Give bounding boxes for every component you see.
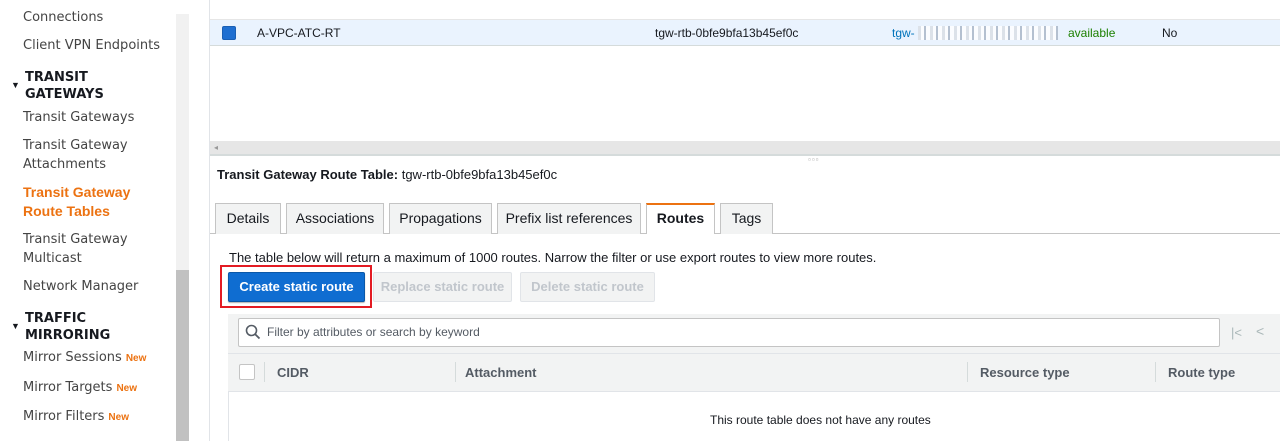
tab-tags[interactable]: Tags (720, 203, 773, 234)
sidebar-item-label: Mirror Filters (23, 409, 105, 424)
sidebar-item-transit-gateway-multicast[interactable]: Transit Gateway Multicast (23, 230, 173, 268)
sidebar-item-network-manager[interactable]: Network Manager (23, 277, 173, 296)
cell-default-association: No (1162, 26, 1178, 40)
table-row[interactable] (210, 0, 1280, 20)
sidebar-item-label: Mirror Sessions (23, 350, 122, 365)
column-divider (455, 362, 456, 382)
splitter-grip-icon[interactable]: ▫▫▫ (808, 156, 820, 164)
pane-splitter[interactable] (210, 154, 1280, 156)
cell-name: A-VPC-ATC-RT (257, 26, 341, 40)
sidebar-section-transit-gateways[interactable]: TRANSIT GATEWAYS (25, 69, 165, 103)
tab-prefix-list-references[interactable]: Prefix list references (497, 203, 641, 234)
select-all-checkbox[interactable] (239, 364, 255, 380)
routes-info-text: The table below will return a maximum of… (229, 250, 877, 265)
search-icon (245, 324, 261, 340)
first-page-icon[interactable]: |< (1231, 325, 1242, 340)
cell-state: available (1068, 26, 1116, 40)
sidebar-item-mirror-targets[interactable]: Mirror Targets New (23, 378, 173, 398)
column-divider (967, 362, 968, 382)
column-divider (264, 362, 265, 382)
sidebar-item-mirror-sessions[interactable]: Mirror Sessions New (23, 348, 173, 368)
new-badge: New (108, 412, 129, 423)
create-static-route-button[interactable]: Create static route (228, 272, 365, 302)
empty-state-message: This route table does not have any route… (710, 413, 931, 427)
table-header-row (228, 353, 1280, 392)
new-badge: New (116, 383, 137, 394)
scroll-left-icon[interactable]: ◂ (214, 141, 218, 154)
sidebar-item-transit-gateway-attachments[interactable]: Transit Gateway Attachments (23, 136, 173, 174)
sidebar-scrollbar-thumb[interactable] (176, 270, 189, 441)
detail-title: Transit Gateway Route Table: tgw-rtb-0bf… (217, 167, 557, 182)
caret-down-icon[interactable]: ▼ (11, 321, 20, 331)
tab-propagations[interactable]: Propagations (389, 203, 492, 234)
row-checkbox[interactable] (222, 26, 236, 40)
sidebar-item-client-vpn-endpoints[interactable]: Client VPN Endpoints (23, 36, 173, 55)
sidebar-section-traffic-mirroring[interactable]: TRAFFIC MIRRORING (25, 310, 165, 344)
tab-associations[interactable]: Associations (286, 203, 384, 234)
cell-transit-gateway-id-link[interactable]: tgw- (892, 26, 915, 40)
sidebar-item-connections[interactable]: Connections (23, 8, 173, 27)
column-header-cidr[interactable]: CIDR (277, 365, 309, 380)
replace-static-route-button[interactable]: Replace static route (373, 272, 512, 302)
cell-route-table-id: tgw-rtb-0bfe9bfa13b45ef0c (655, 26, 799, 40)
column-header-attachment[interactable]: Attachment (465, 365, 537, 380)
delete-static-route-button[interactable]: Delete static route (520, 272, 655, 302)
detail-title-label: Transit Gateway Route Table: (217, 167, 399, 182)
column-divider (1155, 362, 1156, 382)
sidebar-item-label: Mirror Targets (23, 380, 113, 395)
sidebar-item-mirror-filters[interactable]: Mirror Filters New (23, 407, 173, 427)
column-header-route-type[interactable]: Route type (1168, 365, 1235, 380)
sidebar: Connections Client VPN Endpoints ▼ TRANS… (0, 0, 176, 441)
horizontal-scrollbar[interactable] (210, 141, 1280, 154)
tab-routes[interactable]: Routes (646, 203, 715, 234)
sidebar-item-transit-gateway-route-tables[interactable]: Transit Gateway Route Tables (23, 183, 173, 221)
new-badge: New (125, 353, 147, 364)
prev-page-icon[interactable]: < (1256, 323, 1264, 339)
filter-placeholder: Filter by attributes or search by keywor… (267, 325, 480, 339)
tab-details[interactable]: Details (215, 203, 281, 234)
column-header-resource-type[interactable]: Resource type (980, 365, 1070, 380)
caret-down-icon[interactable]: ▼ (11, 80, 20, 90)
sidebar-item-transit-gateways[interactable]: Transit Gateways (23, 108, 173, 127)
detail-title-value: tgw-rtb-0bfe9bfa13b45ef0c (401, 167, 558, 182)
redacted-area (918, 26, 1058, 40)
